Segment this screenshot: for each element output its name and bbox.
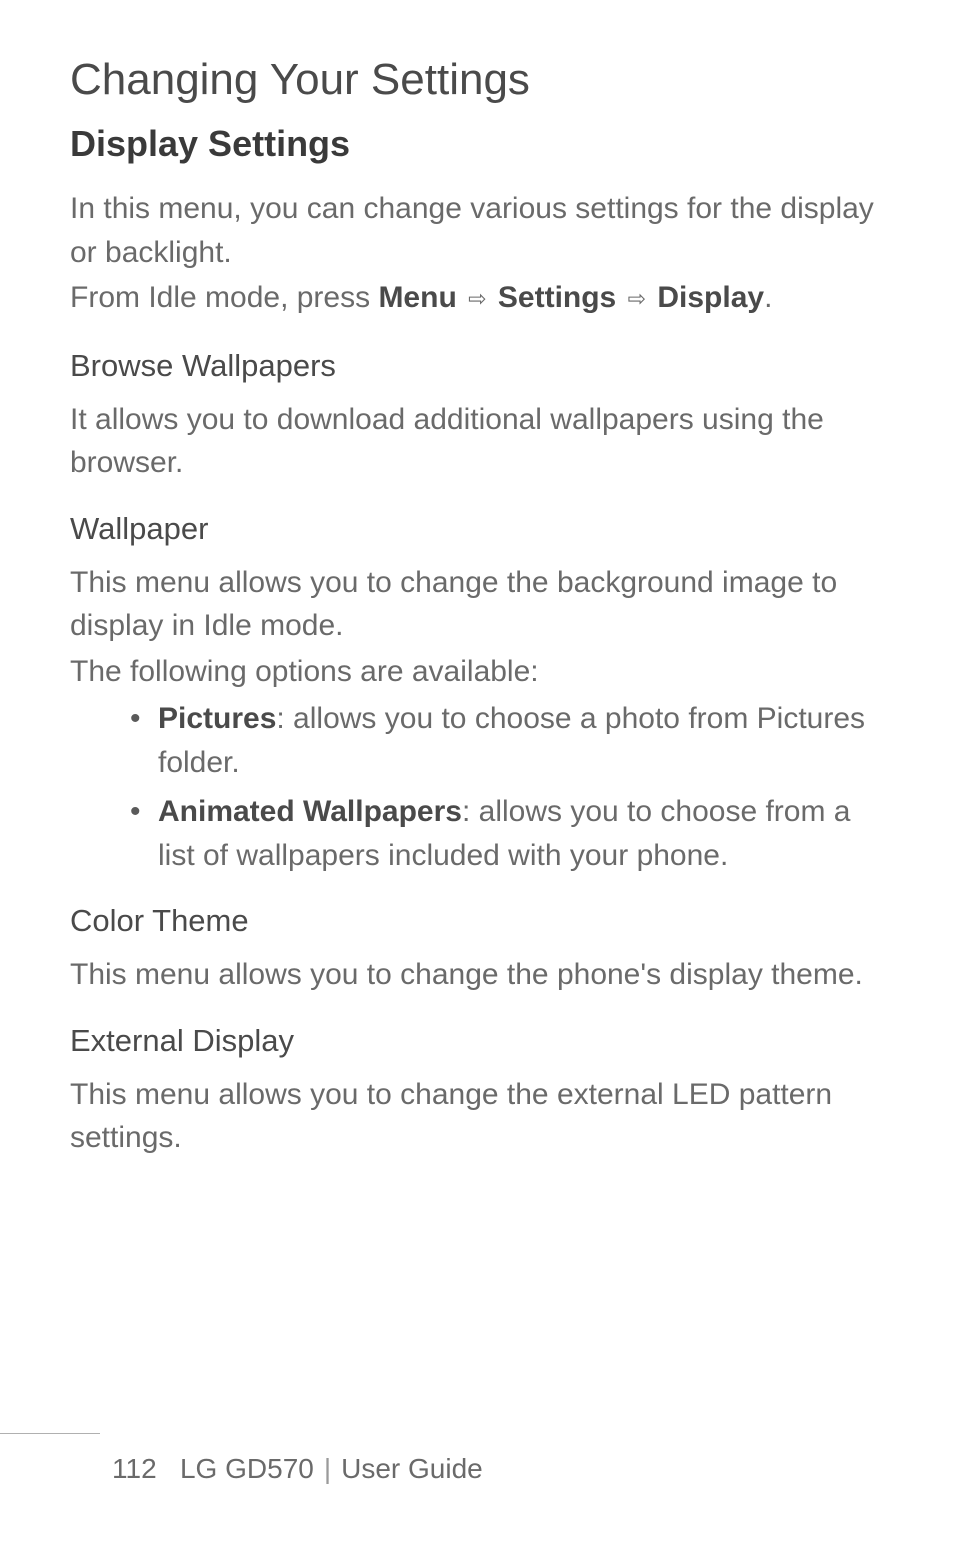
- list-item: Animated Wallpapers: allows you to choos…: [130, 790, 884, 877]
- page-content: Changing Your Settings Display Settings …: [0, 0, 954, 1160]
- page-footer: 112 LG GD570 | User Guide: [0, 1453, 954, 1485]
- footer-model: LG GD570: [180, 1453, 314, 1484]
- wallpaper-text-2: The following options are available:: [70, 650, 884, 694]
- option-pictures-label: Pictures: [158, 702, 276, 735]
- navigation-path: From Idle mode, press Menu ⇨ Settings ⇨ …: [70, 276, 884, 320]
- subsection-wallpaper: Wallpaper: [70, 511, 884, 547]
- browse-wallpapers-text: It allows you to download additional wal…: [70, 398, 884, 485]
- subsection-browse-wallpapers: Browse Wallpapers: [70, 348, 884, 384]
- color-theme-text: This menu allows you to change the phone…: [70, 953, 884, 997]
- list-item: Pictures: allows you to choose a photo f…: [130, 697, 884, 784]
- wallpaper-text-1: This menu allows you to change the backg…: [70, 561, 884, 648]
- external-display-text: This menu allows you to change the exter…: [70, 1073, 884, 1160]
- nav-display-label: Display: [657, 281, 764, 314]
- nav-settings-label: Settings: [498, 281, 616, 314]
- arrow-right-icon: ⇨: [628, 283, 646, 315]
- footer-pipe-divider: |: [324, 1453, 331, 1484]
- wallpaper-options-list: Pictures: allows you to choose a photo f…: [70, 697, 884, 877]
- option-animated-label: Animated Wallpapers: [158, 795, 462, 828]
- subsection-external-display: External Display: [70, 1023, 884, 1059]
- arrow-right-icon: ⇨: [468, 283, 486, 315]
- nav-menu-label: Menu: [378, 281, 456, 314]
- footer-guide-label: User Guide: [341, 1453, 483, 1484]
- footer-text: 112 LG GD570 | User Guide: [112, 1453, 954, 1485]
- intro-text: In this menu, you can change various set…: [70, 187, 884, 274]
- footer-divider-line: [0, 1433, 100, 1434]
- nav-prefix: From Idle mode, press: [70, 281, 378, 314]
- page-number: 112: [112, 1453, 157, 1484]
- subsection-color-theme: Color Theme: [70, 903, 884, 939]
- section-title-display-settings: Display Settings: [70, 123, 884, 165]
- page-title: Changing Your Settings: [70, 55, 884, 105]
